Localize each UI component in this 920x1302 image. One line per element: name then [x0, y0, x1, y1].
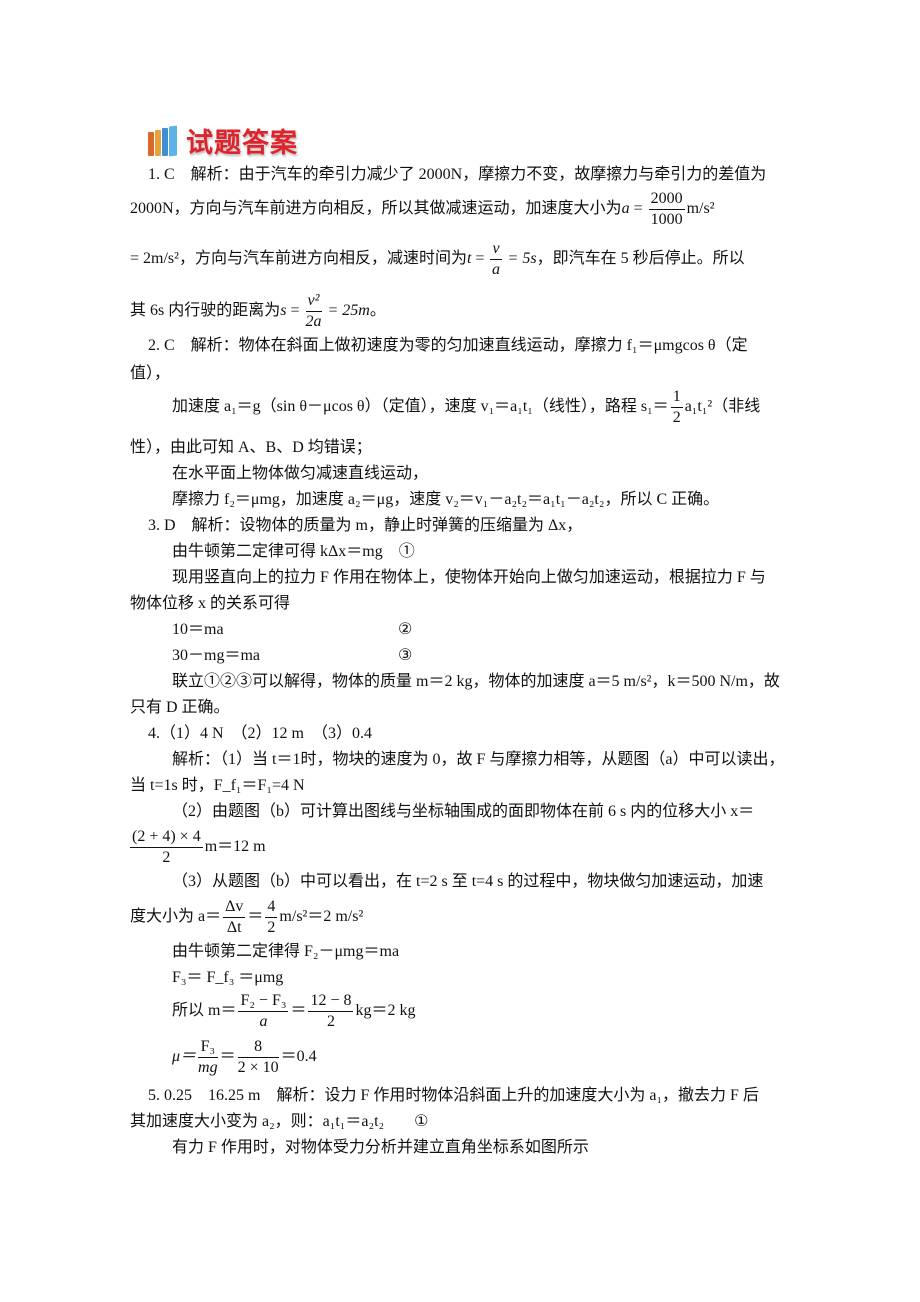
answer-4-line-1: 4.（1）4 N （2）12 m （3）0.4	[148, 725, 373, 742]
fraction: va	[490, 239, 502, 278]
answer-2-line-3: 加速度 a₁＝g（sin θ－μcos θ）（定值），速度 v₁＝a₁t₁（线性…	[172, 387, 761, 426]
document-page: 试题答案 1. C 解析：由于汽车的牵引力减少了 2000N，摩擦力不变，故摩擦…	[0, 0, 920, 1302]
answer-5-line-1: 5. 0.25 16.25 m 解析：设力 F 作用时物体沿斜面上升的加速度大小…	[148, 1087, 759, 1104]
answer-2-line-4: 性），由此可知 A、B、D 均错误；	[130, 439, 372, 456]
answer-4-line-9: F₃＝ F_f₃ ＝μmg	[172, 969, 284, 986]
answer-4-line-3: 当 t=1s 时，F_f₁＝F₁=4 N	[130, 777, 305, 794]
answer-4-line-6: （3）从题图（b）中可以看出，在 t=2 s 至 t=4 s 的过程中，物块做匀…	[172, 873, 764, 890]
answer-4-line-8: 由牛顿第二定律得 F₂－μmg＝ma	[172, 943, 400, 960]
answer-2-line-6: 摩擦力 f₂＝μmg，加速度 a₂＝μg，速度 v₂＝v₁－a₂t₂＝a₁t₁－…	[172, 491, 720, 508]
fraction: 2000 1000	[648, 189, 685, 228]
answer-4-line-2: 解析：（1）当 t＝1时，物块的速度为 0，故 F 与摩擦力相等，从题图（a）中…	[172, 751, 785, 768]
answer-5-line-3: 有力 F 作用时，对物体受力分析并建立直角坐标系如图所示	[172, 1139, 589, 1156]
answer-3-line-4: 物体位移 x 的关系可得	[130, 595, 291, 612]
answer-1-line-4: 其 6s 内行驶的距离为s = v² 2a = 25m。	[130, 291, 386, 330]
answer-2-line-1: 2. C 解析：物体在斜面上做初速度为零的匀加速直线运动，摩擦力 f₁＝μmgc…	[148, 337, 748, 354]
fraction: v² 2a	[305, 291, 322, 330]
answer-3-line-1: 3. D 解析：设物体的质量为 m，静止时弹簧的压缩量为 Δx，	[148, 517, 583, 534]
answer-2-line-5: 在水平面上物体做匀减速直线运动，	[172, 465, 429, 482]
fraction: 82 × 10	[237, 1037, 279, 1076]
fraction: F₂ − F₃ a	[238, 991, 289, 1030]
books-icon	[148, 124, 178, 157]
answer-1-line-2: 2000N，方向与汽车前进方向相反，所以其做减速运动，加速度大小为a = 200…	[130, 189, 715, 228]
answer-4-line-4: （2）由题图（b）可计算出图线与坐标轴围成的面即物体在前 6 s 内的位移大小 …	[172, 803, 755, 820]
answer-3-line-2: 由牛顿第二定律可得 kΔx＝mg ①	[172, 543, 415, 560]
answer-3-line-3: 现用竖直向上的拉力 F 作用在物体上，使物体开始向上做匀加速运动，根据拉力 F …	[172, 569, 766, 586]
fraction: (2 + 4) × 42	[130, 827, 203, 866]
answer-4-line-7: 度大小为 a＝ Δv Δt ＝ 4 2 m/s²＝2 m/s²	[130, 897, 364, 936]
section-header: 试题答案	[148, 120, 298, 160]
answer-2-line-2: 值），	[130, 365, 171, 382]
answer-3-eq-3: 30－mg＝ma ③	[172, 647, 413, 664]
answer-4-line-10: 所以 m＝ F₂ − F₃ a ＝ 12 − 8 2 kg＝2 kg	[172, 991, 416, 1030]
fraction: F₃ mg	[198, 1037, 218, 1076]
fraction: 12 − 82	[308, 991, 354, 1030]
fraction: 42	[265, 897, 278, 936]
answer-4-line-11: μ＝ F₃ mg ＝ 8 2 × 10 ＝0.4	[172, 1037, 317, 1076]
answer-5-line-2: 其加速度大小变为 a₂，则：a₁t₁＝a₂t₂ ①	[130, 1113, 429, 1130]
fraction: Δv Δt	[223, 897, 246, 936]
answer-1-line-1: 1. C 解析：由于汽车的牵引力减少了 2000N，摩擦力不变，故摩擦力与牵引力…	[148, 166, 767, 183]
answer-3-line-5: 联立①②③可以解得，物体的质量 m＝2 kg，物体的加速度 a＝5 m/s²，k…	[172, 673, 780, 690]
fraction: 12	[670, 387, 683, 426]
answer-3-line-6: 只有 D 正确。	[130, 699, 230, 716]
answer-1-line-3: = 2m/s²，方向与汽车前进方向相反，减速时间为t = va = 5s，即汽车…	[130, 239, 745, 278]
answer-4-line-5: (2 + 4) × 4 2 m＝12 m	[130, 827, 266, 866]
answer-3-eq-2: 10＝ma ②	[172, 621, 413, 638]
section-title: 试题答案	[186, 127, 298, 159]
